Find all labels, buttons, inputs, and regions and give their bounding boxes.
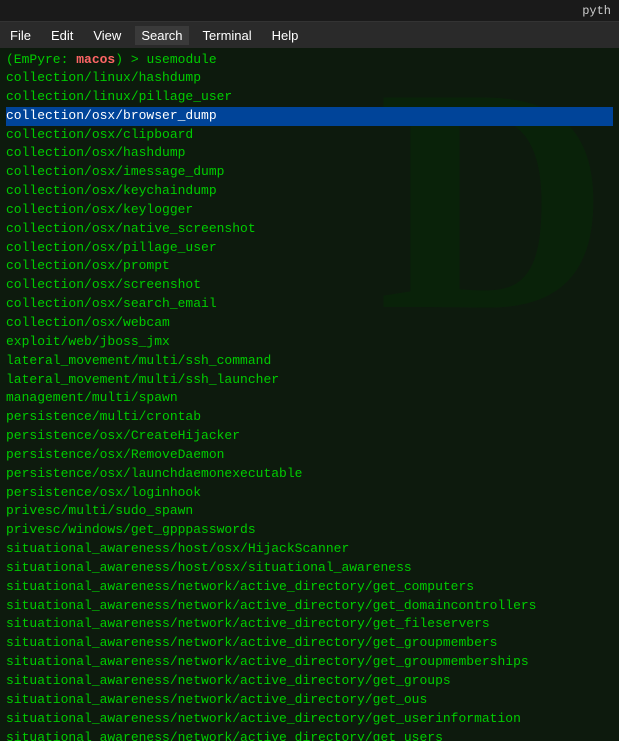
menu-bar: File Edit View Search Terminal Help — [0, 22, 619, 48]
module-item[interactable]: situational_awareness/network/active_dir… — [6, 729, 613, 741]
module-item[interactable]: privesc/windows/get_gpppasswords — [6, 521, 613, 540]
module-item[interactable]: privesc/multi/sudo_spawn — [6, 502, 613, 521]
prompt-line: (EmPyre: macos) > usemodule — [6, 52, 613, 67]
prompt-suffix: ) > usemodule — [115, 52, 216, 67]
module-item[interactable]: situational_awareness/host/osx/situation… — [6, 559, 613, 578]
module-item[interactable]: persistence/osx/loginhook — [6, 484, 613, 503]
module-item[interactable]: exploit/web/jboss_jmx — [6, 333, 613, 352]
module-item[interactable]: persistence/osx/CreateHijacker — [6, 427, 613, 446]
menu-view[interactable]: View — [87, 26, 127, 45]
module-item[interactable]: situational_awareness/host/osx/HijackSca… — [6, 540, 613, 559]
module-item[interactable]: situational_awareness/network/active_dir… — [6, 653, 613, 672]
module-item[interactable]: collection/osx/keychaindump — [6, 182, 613, 201]
menu-terminal[interactable]: Terminal — [197, 26, 258, 45]
module-item[interactable]: collection/linux/hashdump — [6, 69, 613, 88]
module-item[interactable]: collection/osx/webcam — [6, 314, 613, 333]
module-item[interactable]: collection/osx/screenshot — [6, 276, 613, 295]
module-item[interactable]: lateral_movement/multi/ssh_launcher — [6, 371, 613, 390]
module-item[interactable]: situational_awareness/network/active_dir… — [6, 634, 613, 653]
module-item[interactable]: persistence/osx/RemoveDaemon — [6, 446, 613, 465]
title-bar-text: pyth — [582, 4, 611, 18]
module-item[interactable]: lateral_movement/multi/ssh_command — [6, 352, 613, 371]
terminal-window: D pyth File Edit View Search Terminal He… — [0, 0, 619, 741]
module-item[interactable]: situational_awareness/network/active_dir… — [6, 615, 613, 634]
module-item[interactable]: management/multi/spawn — [6, 389, 613, 408]
module-item[interactable]: persistence/osx/launchdaemonexecutable — [6, 465, 613, 484]
module-item[interactable]: collection/osx/imessage_dump — [6, 163, 613, 182]
module-item[interactable]: situational_awareness/network/active_dir… — [6, 578, 613, 597]
module-item[interactable]: collection/osx/search_email — [6, 295, 613, 314]
module-item[interactable]: persistence/multi/crontab — [6, 408, 613, 427]
module-list: collection/linux/hashdumpcollection/linu… — [6, 69, 613, 741]
title-bar: pyth — [0, 0, 619, 22]
prompt-highlight: macos — [76, 52, 115, 67]
menu-edit[interactable]: Edit — [45, 26, 79, 45]
module-item[interactable]: collection/osx/browser_dump — [6, 107, 613, 126]
prompt-prefix: (EmPyre: — [6, 52, 76, 67]
module-item[interactable]: situational_awareness/network/active_dir… — [6, 672, 613, 691]
module-item[interactable]: collection/osx/clipboard — [6, 126, 613, 145]
module-item[interactable]: collection/osx/hashdump — [6, 144, 613, 163]
module-item[interactable]: collection/linux/pillage_user — [6, 88, 613, 107]
module-item[interactable]: situational_awareness/network/active_dir… — [6, 691, 613, 710]
menu-help[interactable]: Help — [266, 26, 305, 45]
terminal-content[interactable]: (EmPyre: macos) > usemodule collection/l… — [0, 48, 619, 741]
module-item[interactable]: collection/osx/native_screenshot — [6, 220, 613, 239]
module-item[interactable]: collection/osx/pillage_user — [6, 239, 613, 258]
menu-search[interactable]: Search — [135, 26, 188, 45]
module-item[interactable]: situational_awareness/network/active_dir… — [6, 710, 613, 729]
module-item[interactable]: situational_awareness/network/active_dir… — [6, 597, 613, 616]
menu-file[interactable]: File — [4, 26, 37, 45]
module-item[interactable]: collection/osx/keylogger — [6, 201, 613, 220]
module-item[interactable]: collection/osx/prompt — [6, 257, 613, 276]
